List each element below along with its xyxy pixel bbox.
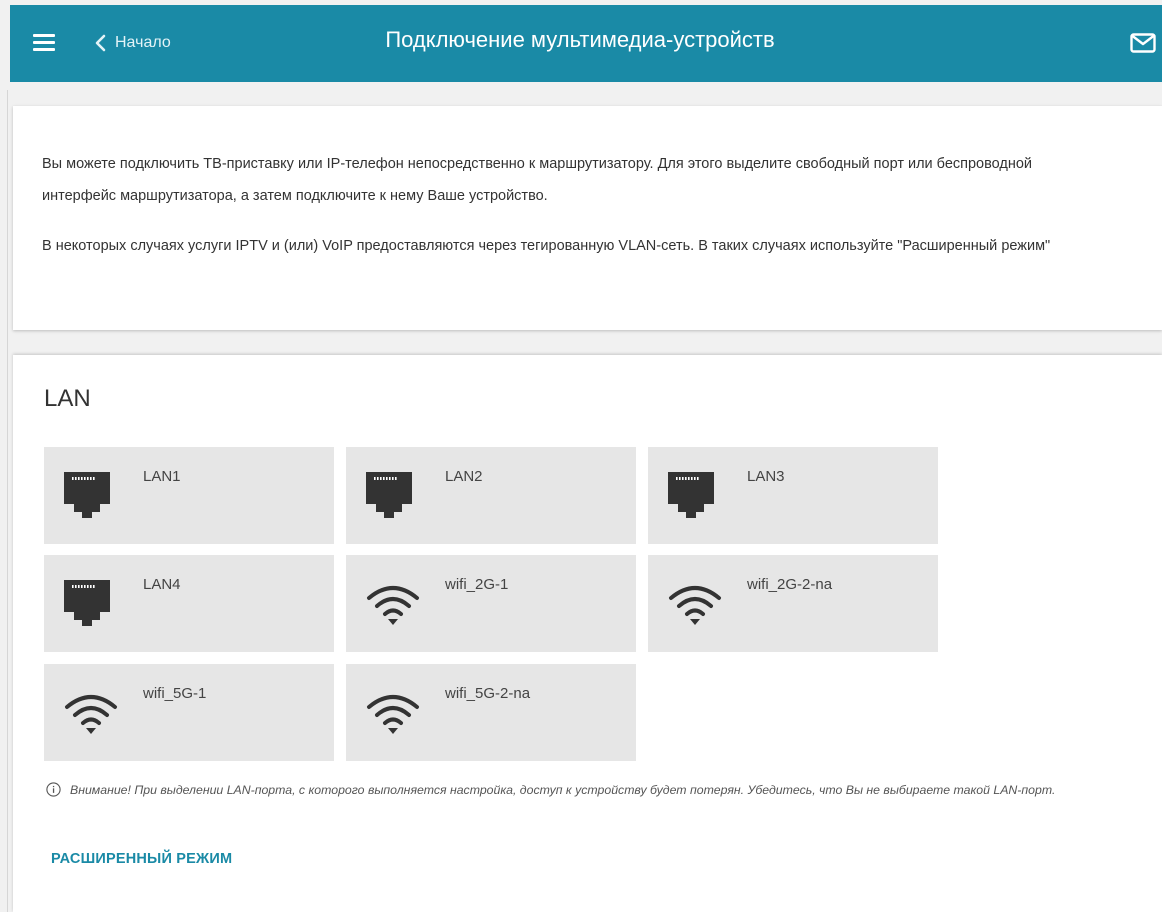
page-title: Подключение мультимедиа-устройств	[385, 27, 775, 52]
back-label: Начало	[115, 34, 171, 51]
port-tile-wifi-5g-2-na[interactable]: wifi_5G-2-na	[346, 664, 636, 761]
advanced-mode-button[interactable]: РАСШИРЕННЫЙ РЕЖИМ	[51, 851, 232, 867]
wifi-icon	[669, 586, 721, 625]
port-tile-wifi-5g-1[interactable]: wifi_5G-1	[44, 664, 334, 761]
header-bar: Начало Подключение мультимедиа-устройств	[10, 5, 1162, 82]
ethernet-port-icon	[668, 472, 714, 518]
info-paragraph-2: В некоторых случаях услуги IPTV и (или) …	[42, 238, 1051, 254]
section-title: LAN	[44, 385, 91, 412]
ethernet-port-icon	[366, 472, 412, 518]
port-label: LAN2	[445, 468, 483, 485]
ethernet-port-icon	[64, 580, 110, 626]
port-tile-lan4[interactable]: LAN4	[44, 555, 334, 652]
port-tile-wifi-2g-2-na[interactable]: wifi_2G-2-na	[648, 555, 938, 652]
left-border	[7, 90, 8, 912]
port-tile-lan1[interactable]: LAN1	[44, 447, 334, 544]
port-label: wifi_2G-1	[445, 576, 509, 593]
warning-notice: Внимание! При выделении LAN-порта, с кот…	[46, 782, 1055, 797]
hamburger-menu-icon[interactable]	[33, 34, 55, 52]
notice-text: Внимание! При выделении LAN-порта, с кот…	[70, 782, 1056, 797]
lan-card: LAN LAN1 LAN2 LAN3 LAN4 wifi_2G-1 wifi_2…	[13, 355, 1162, 912]
port-label: LAN1	[143, 468, 181, 485]
port-tile-wifi-2g-1[interactable]: wifi_2G-1	[346, 555, 636, 652]
port-label: LAN3	[747, 468, 785, 485]
info-paragraph-1: Вы можете подключить ТВ-приставку или IP…	[42, 156, 1033, 204]
port-label: wifi_5G-1	[143, 685, 207, 702]
wifi-icon	[65, 695, 117, 734]
port-label: wifi_2G-2-na	[747, 576, 833, 593]
port-label: wifi_5G-2-na	[445, 685, 531, 702]
info-card: Вы можете подключить ТВ-приставку или IP…	[13, 106, 1162, 330]
port-tile-lan2[interactable]: LAN2	[346, 447, 636, 544]
ethernet-port-icon	[64, 472, 110, 518]
port-label: LAN4	[143, 576, 181, 593]
port-tile-lan3[interactable]: LAN3	[648, 447, 938, 544]
wifi-icon	[367, 586, 419, 625]
wifi-icon	[367, 695, 419, 734]
info-icon	[46, 782, 61, 797]
chevron-left-icon	[95, 34, 106, 52]
mail-icon[interactable]	[1130, 33, 1156, 53]
back-button[interactable]: Начало	[94, 31, 171, 55]
